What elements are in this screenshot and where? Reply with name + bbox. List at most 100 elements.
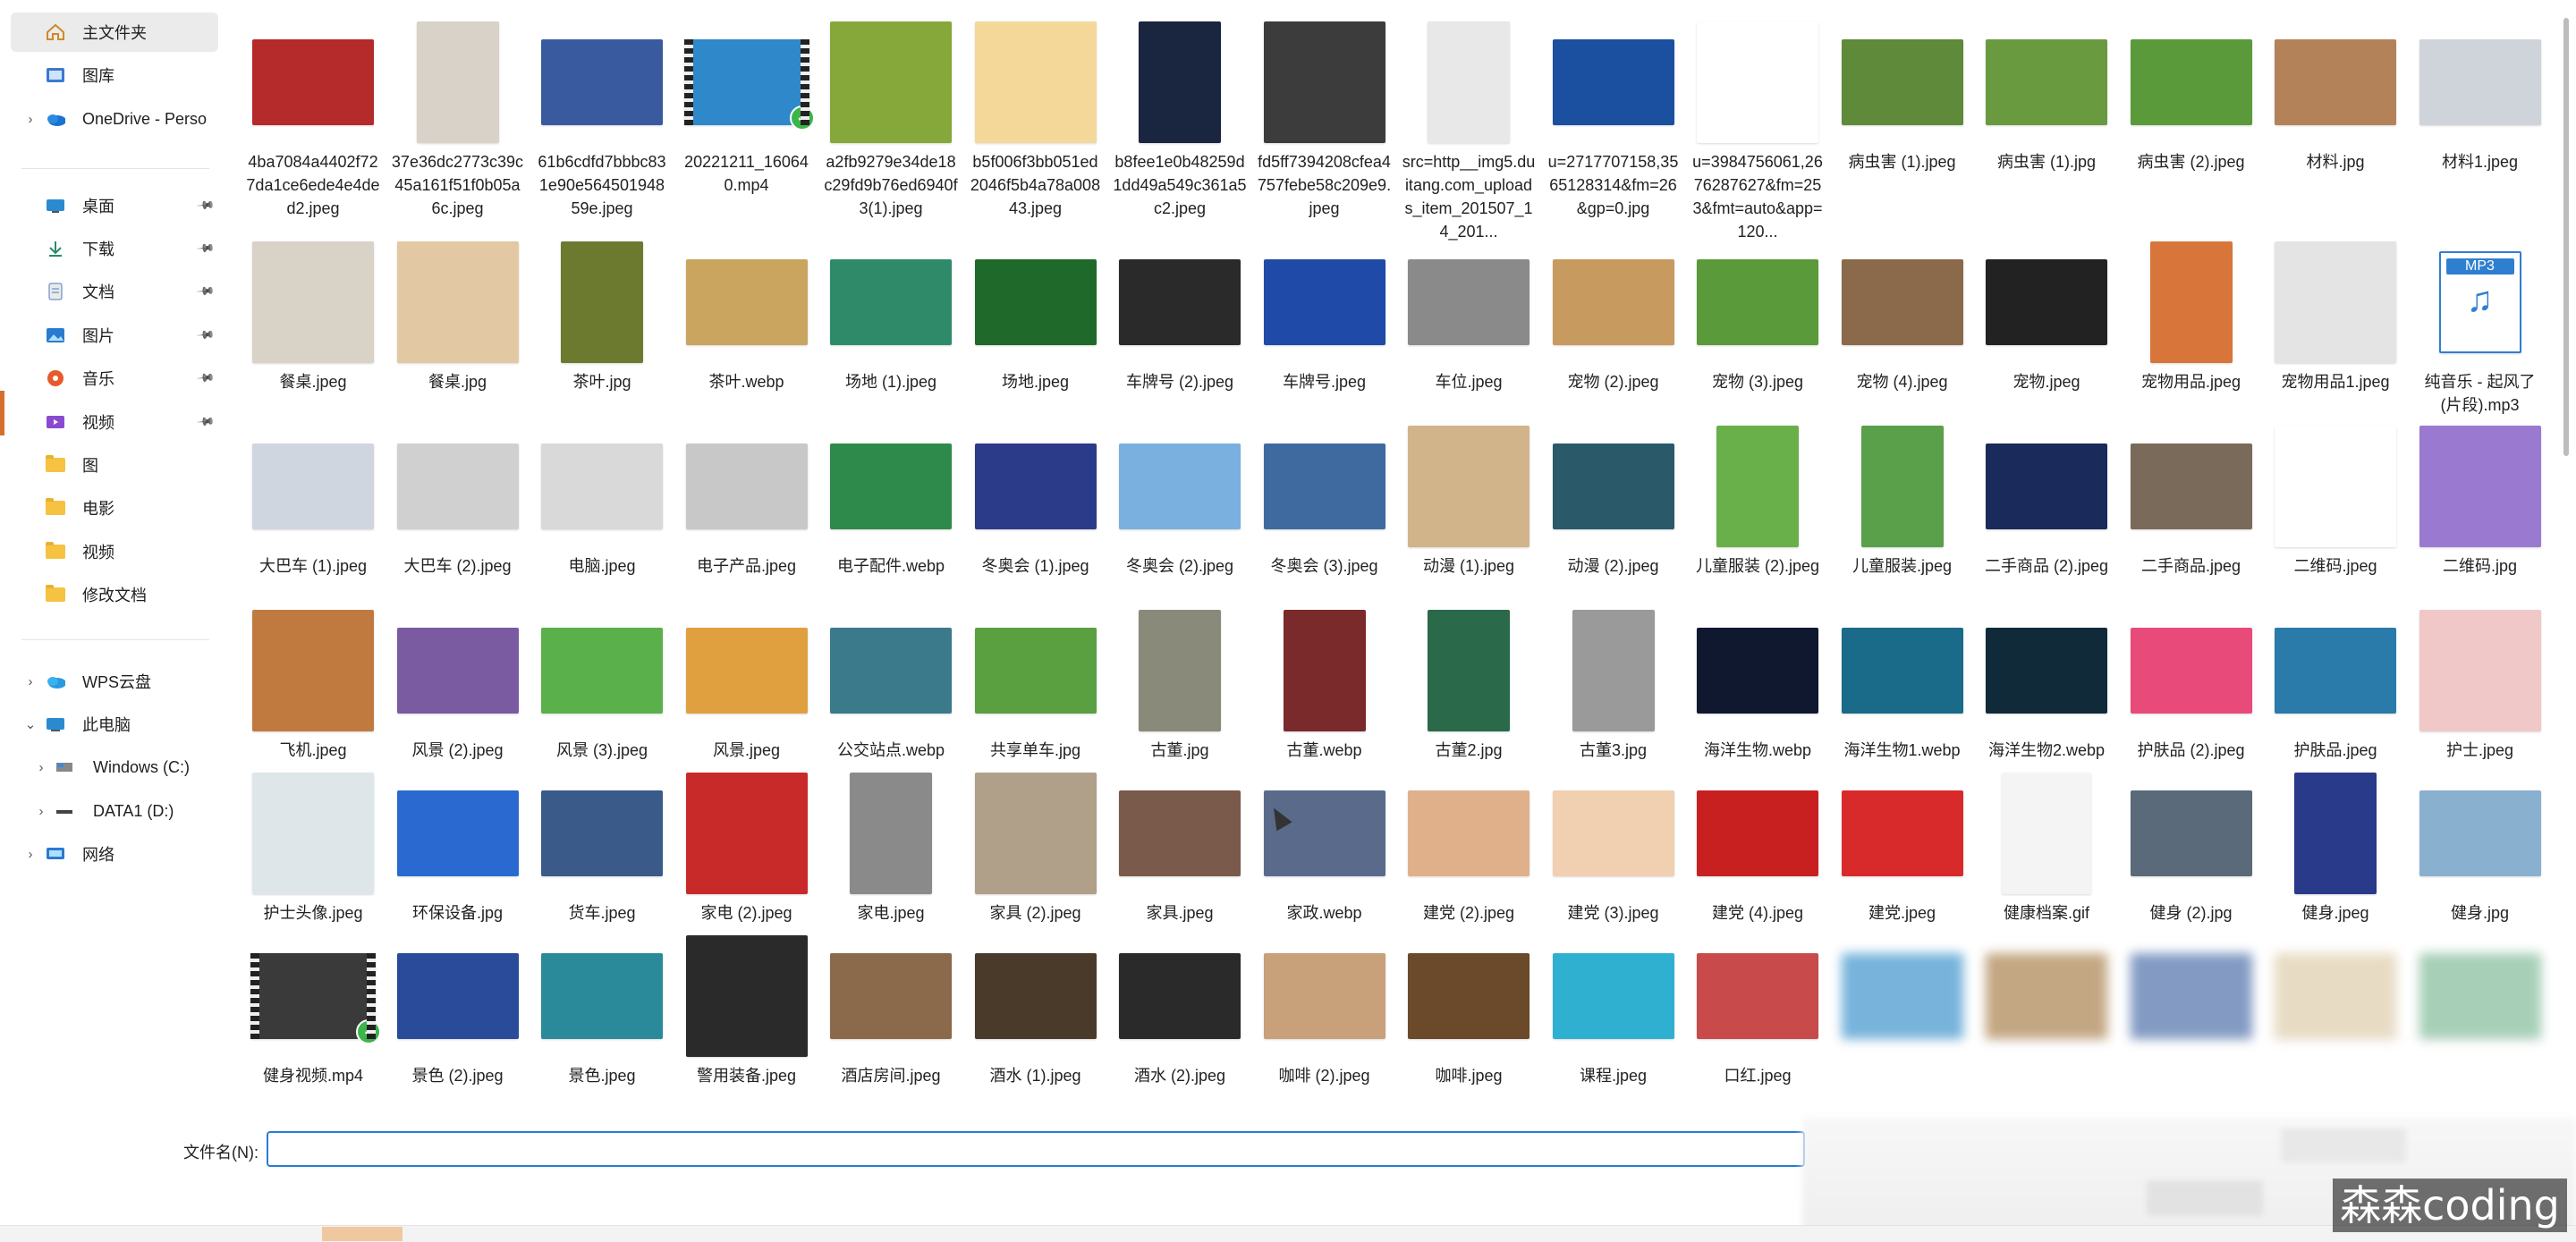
chevron-right-icon[interactable]: › (35, 760, 47, 775)
file-item[interactable]: a2fb9279e34de18c29fd9b76ed6940f3(1).jpeg (819, 20, 962, 220)
file-item[interactable]: 茶叶.webp (675, 240, 818, 393)
file-item[interactable]: 大巴车 (2).jpeg (386, 424, 530, 578)
file-item[interactable]: 护肤品.jpeg (2264, 608, 2407, 762)
open-button[interactable] (2147, 1180, 2263, 1216)
file-item[interactable]: src=http__img5.duitang.com_uploads_item_… (1397, 20, 1540, 243)
file-item[interactable]: 古董.webp (1253, 608, 1396, 762)
sidebar-item[interactable]: › WPS云盘 (0, 662, 219, 701)
sidebar-item[interactable]: 文档 📌 (0, 272, 219, 311)
file-item[interactable] (2409, 934, 2552, 1064)
file-item[interactable] (2264, 934, 2407, 1064)
file-item[interactable]: 宠物用品.jpeg (2120, 240, 2263, 393)
file-item[interactable]: 宠物.jpeg (1975, 240, 2118, 393)
chevron-right-icon[interactable]: › (24, 674, 37, 689)
file-item[interactable]: 家政.webp (1253, 771, 1396, 925)
sidebar-item[interactable]: 音乐 📌 (0, 359, 219, 398)
file-item[interactable] (2120, 934, 2263, 1064)
file-item[interactable]: 海洋生物2.webp (1975, 608, 2118, 762)
sidebar-item[interactable]: 视频 📌 (0, 402, 219, 442)
file-item[interactable]: 二手商品.jpeg (2120, 424, 2263, 578)
file-item[interactable] (1975, 934, 2118, 1064)
sidebar-item[interactable]: 电影 (0, 488, 219, 528)
file-item[interactable]: fd5ff7394208cfea4757febe58c209e9.jpeg (1253, 20, 1396, 220)
file-item[interactable]: 二维码.jpeg (2264, 424, 2407, 578)
file-item[interactable]: 景色.jpeg (530, 934, 674, 1087)
file-item[interactable]: 二手商品 (2).jpeg (1975, 424, 2118, 578)
file-item[interactable]: 共享单车.jpg (964, 608, 1107, 762)
file-item[interactable]: b5f006f3bb051ed2046f5b4a78a00843.jpeg (964, 20, 1107, 220)
file-item[interactable]: 口红.jpeg (1686, 934, 1829, 1087)
file-item[interactable]: 家具 (2).jpeg (964, 771, 1107, 925)
file-item[interactable]: 动漫 (1).jpeg (1397, 424, 1540, 578)
file-item[interactable]: 冬奥会 (2).jpeg (1108, 424, 1251, 578)
chevron-right-icon[interactable]: › (24, 847, 37, 862)
file-item[interactable]: 建党 (3).jpeg (1542, 771, 1685, 925)
filename-input[interactable] (267, 1131, 1805, 1167)
sidebar-item[interactable]: › DATA1 (D:) (0, 791, 219, 831)
file-item[interactable]: 海洋生物.webp (1686, 608, 1829, 762)
file-item[interactable]: 二维码.jpg (2409, 424, 2552, 578)
file-item[interactable]: ✓ 20221211_160640.mp4 (675, 20, 818, 197)
file-item[interactable]: 电脑.jpeg (530, 424, 674, 578)
file-item[interactable]: u=2717707158,3565128314&fm=26&gp=0.jpg (1542, 20, 1685, 220)
sidebar-item[interactable]: › Windows (C:) (0, 748, 219, 787)
sidebar-item[interactable]: › OneDrive - Perso (0, 99, 219, 139)
file-item[interactable]: 酒水 (1).jpeg (964, 934, 1107, 1087)
file-item[interactable]: 家电.jpeg (819, 771, 962, 925)
file-item[interactable]: 古董.jpg (1108, 608, 1251, 762)
file-item[interactable]: ✓ 健身视频.mp4 (242, 934, 385, 1087)
file-item[interactable]: 护士头像.jpeg (242, 771, 385, 925)
file-item[interactable]: 场地 (1).jpeg (819, 240, 962, 393)
file-item[interactable]: 动漫 (2).jpeg (1542, 424, 1685, 578)
file-item[interactable]: 健康档案.gif (1975, 771, 2118, 925)
chevron-right-icon[interactable]: › (24, 112, 37, 127)
file-item[interactable]: 咖啡.jpeg (1397, 934, 1540, 1087)
file-item[interactable]: 健身 (2).jpg (2120, 771, 2263, 925)
file-type-dropdown[interactable] (2281, 1128, 2406, 1162)
file-item[interactable]: 课程.jpeg (1542, 934, 1685, 1087)
file-item[interactable]: 电子配件.webp (819, 424, 962, 578)
file-item[interactable]: 电子产品.jpeg (675, 424, 818, 578)
sidebar-item[interactable]: ⌄ 此电脑 (0, 705, 219, 744)
file-item[interactable]: 场地.jpeg (964, 240, 1107, 393)
file-item[interactable]: 冬奥会 (1).jpeg (964, 424, 1107, 578)
sidebar-item[interactable]: 下载 📌 (0, 229, 219, 268)
file-item[interactable]: 酒店房间.jpeg (819, 934, 962, 1087)
file-item[interactable]: b8fee1e0b48259d1dd49a549c361a5c2.jpeg (1108, 20, 1251, 220)
file-item[interactable]: 健身.jpeg (2264, 771, 2407, 925)
file-item[interactable]: 景色 (2).jpeg (386, 934, 530, 1087)
file-item[interactable]: 建党 (2).jpeg (1397, 771, 1540, 925)
file-item[interactable]: 61b6cdfd7bbbc831e90e56450194859e.jpeg (530, 20, 674, 220)
file-item[interactable]: MP3 ♫ 纯音乐 - 起风了 (片段).mp3 (2409, 240, 2552, 417)
sidebar-item[interactable]: 桌面 📌 (0, 186, 219, 225)
sidebar-item[interactable]: › 网络 (0, 834, 219, 874)
file-item[interactable]: 咖啡 (2).jpeg (1253, 934, 1396, 1087)
file-item[interactable]: 古董3.jpg (1542, 608, 1685, 762)
file-item[interactable]: 宠物用品1.jpeg (2264, 240, 2407, 393)
sidebar-item[interactable]: 图库 (0, 55, 219, 95)
file-item[interactable]: 环保设备.jpg (386, 771, 530, 925)
file-item[interactable]: 飞机.jpeg (242, 608, 385, 762)
file-item[interactable]: 4ba7084a4402f727da1ce6ede4e4ded2.jpeg (242, 20, 385, 220)
file-item[interactable]: 建党.jpeg (1831, 771, 1974, 925)
file-item[interactable]: 宠物 (4).jpeg (1831, 240, 1974, 393)
file-item[interactable]: 护肤品 (2).jpeg (2120, 608, 2263, 762)
file-item[interactable]: 材料.jpg (2264, 20, 2407, 173)
file-item[interactable]: 古董2.jpg (1397, 608, 1540, 762)
file-item[interactable]: 病虫害 (2).jpeg (2120, 20, 2263, 173)
sidebar-item[interactable]: 修改文档 (0, 575, 219, 614)
file-item[interactable]: 海洋生物1.webp (1831, 608, 1974, 762)
file-item[interactable]: 材料1.jpeg (2409, 20, 2552, 173)
chevron-down-icon[interactable]: ⌄ (24, 716, 37, 732)
file-item[interactable]: 病虫害 (1).jpg (1975, 20, 2118, 173)
file-item[interactable]: 车牌号 (2).jpeg (1108, 240, 1251, 393)
file-item[interactable]: 37e36dc2773c39c45a161f51f0b05a6c.jpeg (386, 20, 530, 220)
file-item[interactable]: 儿童服装 (2).jpeg (1686, 424, 1829, 578)
file-item[interactable]: 酒水 (2).jpeg (1108, 934, 1251, 1087)
file-item[interactable]: 护士.jpeg (2409, 608, 2552, 762)
file-item[interactable]: 建党 (4).jpeg (1686, 771, 1829, 925)
chevron-right-icon[interactable]: › (35, 804, 47, 819)
file-item[interactable]: 家具.jpeg (1108, 771, 1251, 925)
file-item[interactable]: 车牌号.jpeg (1253, 240, 1396, 393)
file-item[interactable]: 风景.jpeg (675, 608, 818, 762)
